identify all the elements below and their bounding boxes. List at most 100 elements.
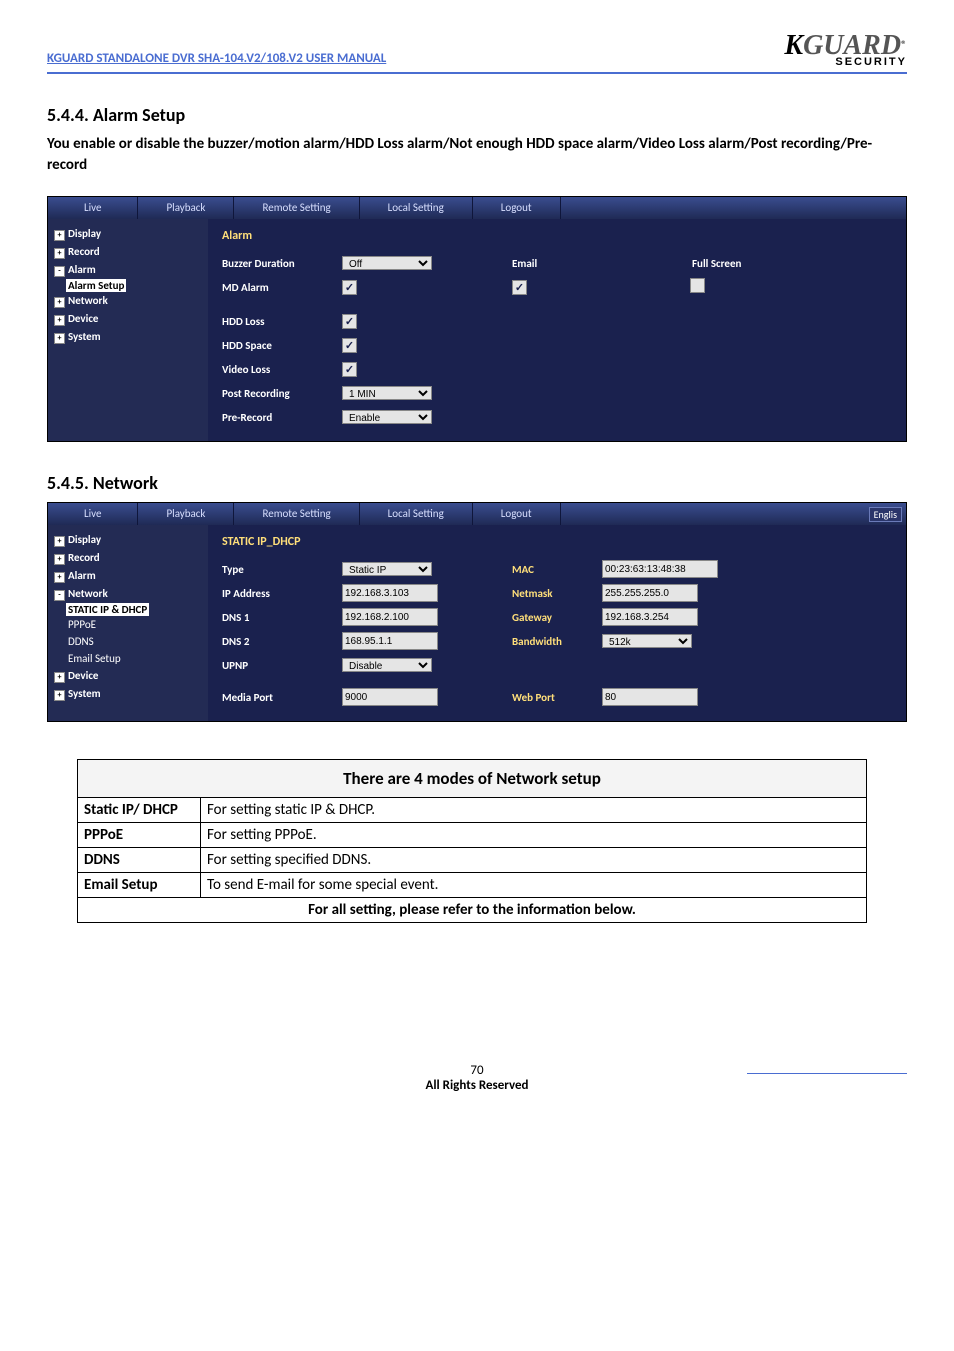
web-port-input[interactable]: [602, 688, 698, 706]
upnp-select[interactable]: Disable: [342, 658, 432, 672]
hdd-loss-checkbox[interactable]: ✓: [342, 314, 357, 329]
sidebar-item-record[interactable]: +Record: [48, 243, 208, 261]
type-select[interactable]: Static IP: [342, 562, 432, 576]
network-app-window: Live Playback Remote Setting Local Setti…: [47, 502, 907, 722]
expand-icon[interactable]: +: [54, 230, 65, 241]
mode-name: PPPoE: [78, 823, 201, 848]
netmask-input[interactable]: [602, 584, 698, 602]
brand-logo: KGUARD® SECURITY: [784, 30, 907, 72]
sidebar: +Display +Record +Alarm -Network STATIC …: [48, 525, 208, 721]
post-recording-select[interactable]: 1 MIN: [342, 386, 432, 400]
hdd-loss-label: HDD Loss: [222, 315, 342, 328]
sidebar-item-display[interactable]: +Display: [48, 225, 208, 243]
tab-playback[interactable]: Playback: [138, 503, 234, 525]
expand-icon[interactable]: +: [54, 333, 65, 344]
dns2-input[interactable]: [342, 632, 438, 650]
type-label: Type: [222, 563, 342, 576]
fullscreen-label: Full Screen: [692, 257, 741, 270]
mode-name: Static IP/ DHCP: [78, 798, 201, 823]
upnp-label: UPNP: [222, 659, 342, 672]
fullscreen-checkbox[interactable]: [690, 278, 705, 293]
sidebar-item-alarm[interactable]: +Alarm: [48, 567, 208, 585]
buzzer-label: Buzzer Duration: [222, 257, 342, 270]
expand-icon[interactable]: +: [54, 572, 65, 583]
hdd-space-checkbox[interactable]: ✓: [342, 338, 357, 353]
tabbar: Live Playback Remote Setting Local Setti…: [48, 197, 906, 219]
mode-desc: To send E-mail for some special event.: [201, 873, 867, 898]
tab-live[interactable]: Live: [48, 503, 138, 525]
dns2-label: DNS 2: [222, 635, 342, 648]
ip-label: IP Address: [222, 587, 342, 600]
panel-title: Alarm: [222, 229, 892, 243]
manual-title: KGUARD STANDALONE DVR SHA-104.V2/108.V2 …: [47, 51, 386, 72]
alarm-description: You enable or disable the buzzer/motion …: [47, 134, 907, 176]
language-select[interactable]: Englis: [869, 507, 902, 522]
pre-record-select[interactable]: Enable: [342, 410, 432, 424]
expand-icon[interactable]: +: [54, 672, 65, 683]
md-alarm-label: MD Alarm: [222, 281, 342, 294]
tab-logout[interactable]: Logout: [473, 503, 561, 525]
mode-desc: For setting specified DDNS.: [201, 848, 867, 873]
video-loss-label: Video Loss: [222, 363, 342, 376]
expand-icon[interactable]: +: [54, 536, 65, 547]
sidebar-item-alarm-setup[interactable]: Alarm Setup: [48, 279, 208, 292]
dns1-input[interactable]: [342, 608, 438, 626]
mode-desc: For setting PPPoE.: [201, 823, 867, 848]
sidebar-item-ddns[interactable]: DDNS: [48, 633, 208, 650]
sidebar-item-static-ip[interactable]: STATIC IP & DHCP: [48, 603, 208, 616]
hdd-space-label: HDD Space: [222, 339, 342, 352]
section-heading-network: 5.4.5. Network: [47, 472, 907, 494]
netmask-label: Netmask: [512, 587, 602, 600]
email-checkbox[interactable]: ✓: [512, 280, 527, 295]
sidebar-item-pppoe[interactable]: PPPoE: [48, 616, 208, 633]
tab-live[interactable]: Live: [48, 197, 138, 219]
sidebar-item-system[interactable]: +System: [48, 328, 208, 346]
tab-playback[interactable]: Playback: [138, 197, 234, 219]
buzzer-select[interactable]: Off: [342, 256, 432, 270]
media-port-input[interactable]: [342, 688, 438, 706]
sidebar-item-network[interactable]: +Network: [48, 292, 208, 310]
expand-icon[interactable]: +: [54, 248, 65, 259]
tab-remote-setting[interactable]: Remote Setting: [234, 503, 359, 525]
sidebar-item-network[interactable]: -Network: [48, 585, 208, 603]
mode-name: Email Setup: [78, 873, 201, 898]
table-row: Static IP/ DHCPFor setting static IP & D…: [78, 798, 867, 823]
alarm-panel: Alarm Buzzer Duration Off Email Full Scr…: [208, 219, 906, 441]
bandwidth-select[interactable]: 512k: [602, 634, 692, 648]
tab-local-setting[interactable]: Local Setting: [360, 197, 473, 219]
sidebar-item-alarm[interactable]: -Alarm: [48, 261, 208, 279]
media-port-label: Media Port: [222, 691, 342, 704]
mac-input[interactable]: [602, 560, 718, 578]
panel-title: STATIC IP_DHCP: [222, 535, 892, 549]
sidebar-item-email-setup[interactable]: Email Setup: [48, 650, 208, 667]
pre-record-label: Pre-Record: [222, 411, 342, 424]
sidebar-item-device[interactable]: +Device: [48, 310, 208, 328]
table-row: PPPoEFor setting PPPoE.: [78, 823, 867, 848]
mode-name: DDNS: [78, 848, 201, 873]
sidebar-item-device[interactable]: +Device: [48, 667, 208, 685]
sidebar-item-system[interactable]: +System: [48, 685, 208, 703]
video-loss-checkbox[interactable]: ✓: [342, 362, 357, 377]
table-footer: For all setting, please refer to the inf…: [78, 898, 867, 923]
tab-remote-setting[interactable]: Remote Setting: [234, 197, 359, 219]
tab-logout[interactable]: Logout: [473, 197, 561, 219]
dns1-label: DNS 1: [222, 611, 342, 624]
md-alarm-checkbox[interactable]: ✓: [342, 280, 357, 295]
table-row: DDNSFor setting specified DDNS.: [78, 848, 867, 873]
rights-reserved: All Rights Reserved: [425, 1078, 528, 1093]
ip-input[interactable]: [342, 584, 438, 602]
mode-desc: For setting static IP & DHCP.: [201, 798, 867, 823]
sidebar-item-record[interactable]: +Record: [48, 549, 208, 567]
mac-label: MAC: [512, 563, 602, 576]
gateway-label: Gateway: [512, 611, 602, 624]
page-header: KGUARD STANDALONE DVR SHA-104.V2/108.V2 …: [47, 30, 907, 74]
expand-icon[interactable]: +: [54, 554, 65, 565]
collapse-icon[interactable]: -: [54, 266, 65, 277]
collapse-icon[interactable]: -: [54, 590, 65, 601]
expand-icon[interactable]: +: [54, 315, 65, 326]
sidebar-item-display[interactable]: +Display: [48, 531, 208, 549]
expand-icon[interactable]: +: [54, 297, 65, 308]
tab-local-setting[interactable]: Local Setting: [360, 503, 473, 525]
gateway-input[interactable]: [602, 608, 698, 626]
expand-icon[interactable]: +: [54, 690, 65, 701]
